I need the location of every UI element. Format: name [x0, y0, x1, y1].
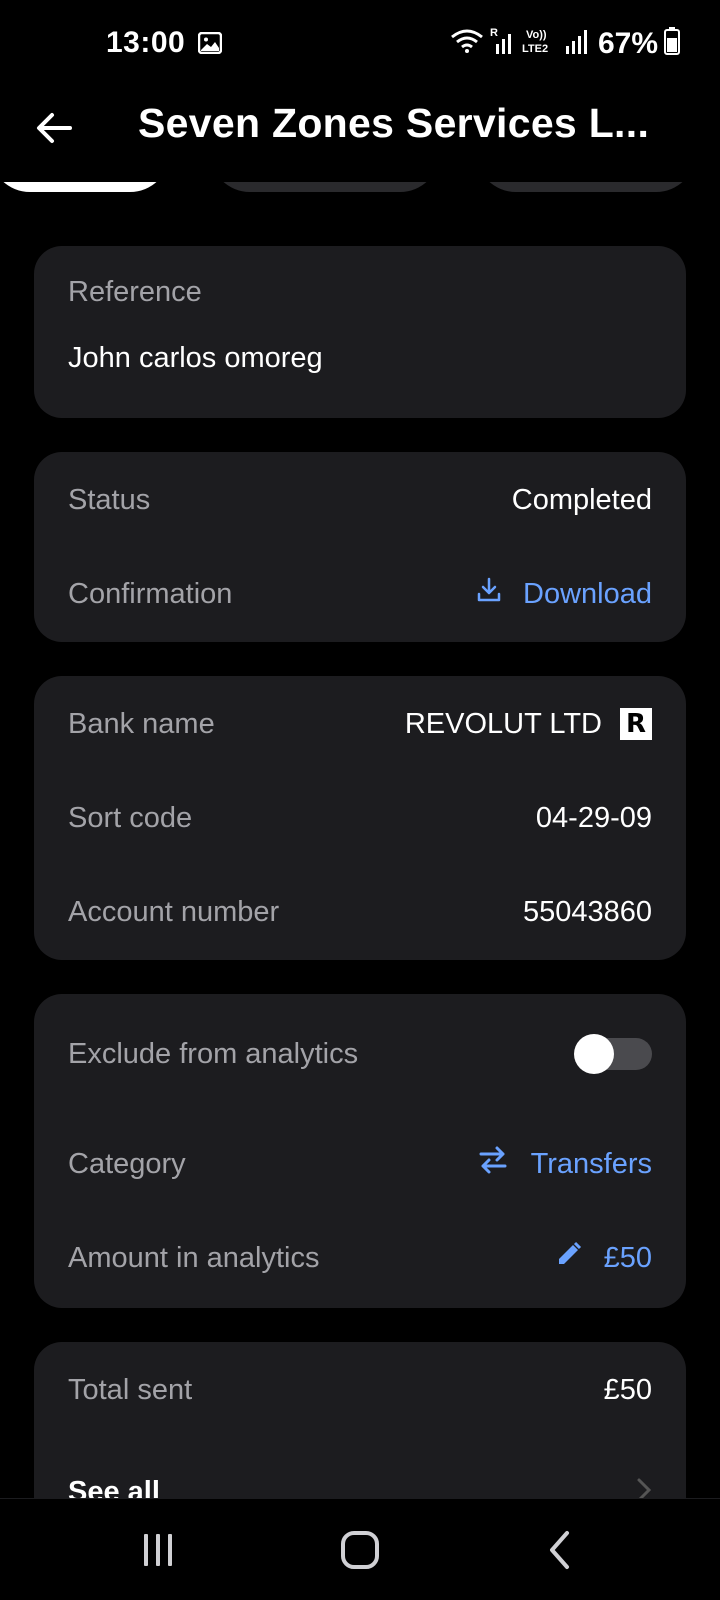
total-sent-value: £50	[603, 1373, 652, 1406]
back-button[interactable]	[530, 1527, 590, 1577]
category-label: Category	[68, 1147, 186, 1180]
download-icon	[477, 577, 501, 611]
svg-text:LTE2: LTE2	[522, 43, 548, 55]
exclude-analytics-toggle[interactable]	[574, 1034, 652, 1074]
bank-name-value: REVOLUT LTD	[404, 707, 602, 740]
confirmation-row: Confirmation Download	[68, 574, 652, 614]
signal-icon: R	[490, 26, 516, 61]
home-icon	[340, 1530, 380, 1575]
sort-code-row: Sort code 04-29-09	[68, 798, 652, 838]
svg-text:Vo)): Vo))	[526, 29, 547, 41]
amount-analytics-value: £50	[603, 1241, 652, 1274]
recent-apps-button[interactable]	[128, 1527, 188, 1577]
roaming-label: R	[490, 27, 498, 39]
home-button[interactable]	[330, 1527, 390, 1577]
bank-details-card: Bank name REVOLUT LTD R Sort code 04-29-…	[34, 676, 686, 960]
exclude-analytics-row: Exclude from analytics	[68, 1034, 652, 1074]
category-value: Transfers	[530, 1147, 652, 1180]
status-card: Status Completed Confirmation Download	[34, 452, 686, 642]
analytics-card: Exclude from analytics Category Transfer…	[34, 994, 686, 1308]
page-title: Seven Zones Services L...	[138, 100, 650, 146]
category-row: Category Transfers	[68, 1144, 652, 1184]
toggle-knob	[574, 1034, 614, 1074]
revolut-logo-icon: R	[620, 708, 652, 740]
system-nav-bar	[0, 1498, 720, 1600]
status-icons: R Vo)) LTE2 67%	[450, 26, 680, 61]
status-time: 13:00	[106, 26, 186, 59]
wifi-icon	[450, 28, 484, 59]
pencil-icon	[556, 1241, 582, 1275]
transfer-arrows-icon	[477, 1145, 509, 1183]
download-label: Download	[523, 577, 652, 610]
reference-card: Reference John carlos omoreg	[34, 246, 686, 418]
total-sent-label: Total sent	[68, 1373, 193, 1406]
volte-icon: Vo)) LTE2	[522, 26, 558, 61]
back-chevron-icon	[547, 1530, 573, 1575]
confirmation-label: Confirmation	[68, 577, 233, 610]
status-row: Status Completed	[68, 480, 652, 520]
total-sent-row: Total sent £50	[68, 1370, 652, 1410]
gallery-icon	[197, 31, 223, 55]
account-number-value[interactable]: 55043860	[523, 896, 652, 929]
battery-icon	[664, 27, 680, 60]
exclude-analytics-label: Exclude from analytics	[68, 1037, 359, 1070]
edit-amount-button[interactable]: £50	[556, 1241, 652, 1275]
download-button[interactable]: Download	[477, 577, 652, 611]
battery-percent: 67%	[597, 26, 658, 60]
back-arrow-icon[interactable]	[34, 108, 74, 148]
category-button[interactable]: Transfers	[477, 1145, 652, 1183]
bank-name-label: Bank name	[68, 707, 215, 740]
app-header: Seven Zones Services L...	[0, 88, 720, 188]
status-bar: 13:00 R Vo)) LTE2 67%	[0, 0, 720, 88]
amount-analytics-row: Amount in analytics £50	[68, 1238, 652, 1278]
bank-name-row: Bank name REVOLUT LTD R	[68, 704, 652, 744]
account-number-label: Account number	[68, 895, 280, 928]
sort-code-label: Sort code	[68, 801, 193, 834]
status-value: Completed	[511, 483, 652, 516]
sort-code-value[interactable]: 04-29-09	[536, 802, 652, 835]
reference-label: Reference	[68, 276, 202, 308]
account-number-row: Account number 55043860	[68, 892, 652, 932]
signal-icon	[564, 26, 588, 61]
amount-analytics-label: Amount in analytics	[68, 1241, 320, 1274]
status-label: Status	[68, 483, 151, 516]
recent-apps-icon	[140, 1532, 176, 1573]
reference-value: John carlos omoreg	[68, 342, 323, 374]
bank-name-value-group: REVOLUT LTD R	[405, 708, 652, 741]
